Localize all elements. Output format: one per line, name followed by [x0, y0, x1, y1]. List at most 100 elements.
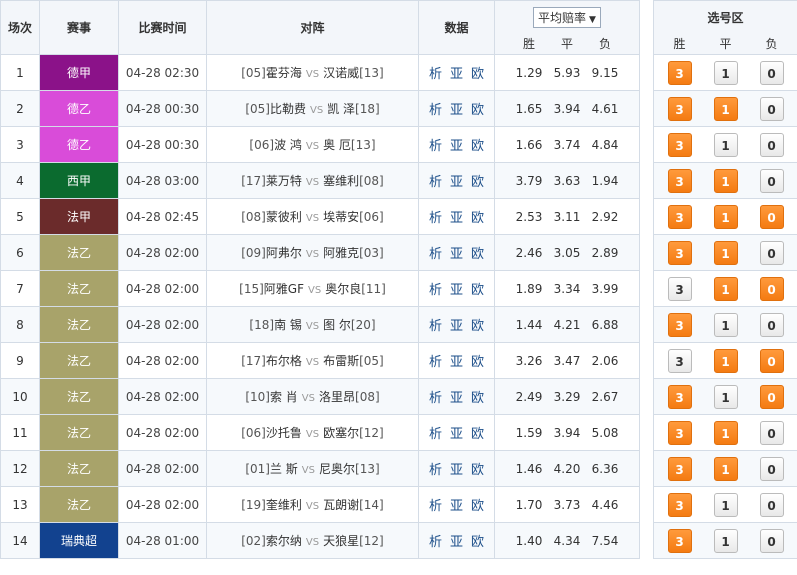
analysis-link[interactable]: 析	[429, 139, 442, 154]
analysis-link[interactable]: 析	[429, 319, 442, 334]
pick-win-button[interactable]: 3	[667, 348, 692, 373]
away-team[interactable]: 天狼星	[323, 534, 359, 548]
pick-win-button[interactable]: 3	[667, 132, 692, 157]
away-team[interactable]: 阿雅克	[323, 246, 359, 260]
pick-win-button[interactable]: 3	[667, 60, 692, 85]
pick-win-button[interactable]: 3	[667, 168, 692, 193]
pick-lose-button[interactable]: 0	[759, 312, 784, 337]
euro-odds-link[interactable]: 欧	[471, 247, 484, 262]
asian-odds-link[interactable]: 亚	[450, 355, 463, 370]
euro-odds-link[interactable]: 欧	[471, 355, 484, 370]
euro-odds-link[interactable]: 欧	[471, 535, 484, 550]
asian-odds-link[interactable]: 亚	[450, 175, 463, 190]
away-team[interactable]: 汉诺威	[323, 66, 359, 80]
league-badge[interactable]: 瑞典超	[39, 522, 119, 559]
pick-win-button[interactable]: 3	[667, 384, 692, 409]
home-team[interactable]: 南 锡	[274, 318, 302, 332]
home-team[interactable]: 索 肖	[270, 390, 298, 404]
league-badge[interactable]: 德乙	[39, 90, 119, 127]
pick-lose-button[interactable]: 0	[759, 276, 784, 301]
league-badge[interactable]: 法乙	[39, 486, 119, 523]
away-team[interactable]: 尼奥尔	[319, 462, 355, 476]
away-team[interactable]: 欧塞尔	[323, 426, 359, 440]
pick-lose-button[interactable]: 0	[759, 132, 784, 157]
analysis-link[interactable]: 析	[429, 283, 442, 298]
euro-odds-link[interactable]: 欧	[471, 463, 484, 478]
pick-draw-button[interactable]: 1	[713, 276, 738, 301]
pick-lose-button[interactable]: 0	[759, 420, 784, 445]
euro-odds-link[interactable]: 欧	[471, 175, 484, 190]
pick-lose-button[interactable]: 0	[759, 60, 784, 85]
pick-lose-button[interactable]: 0	[759, 492, 784, 517]
pick-draw-button[interactable]: 1	[713, 204, 738, 229]
home-team[interactable]: 沙托鲁	[266, 426, 302, 440]
league-badge[interactable]: 德甲	[39, 54, 119, 91]
asian-odds-link[interactable]: 亚	[450, 211, 463, 226]
asian-odds-link[interactable]: 亚	[450, 427, 463, 442]
analysis-link[interactable]: 析	[429, 247, 442, 262]
league-badge[interactable]: 法乙	[39, 378, 119, 415]
league-badge[interactable]: 法乙	[39, 234, 119, 271]
pick-lose-button[interactable]: 0	[759, 240, 784, 265]
pick-draw-button[interactable]: 1	[713, 312, 738, 337]
euro-odds-link[interactable]: 欧	[471, 319, 484, 334]
home-team[interactable]: 比勒费	[270, 102, 306, 116]
league-badge[interactable]: 法乙	[39, 270, 119, 307]
home-team[interactable]: 索尔纳	[266, 534, 302, 548]
league-badge[interactable]: 法乙	[39, 342, 119, 379]
pick-lose-button[interactable]: 0	[759, 384, 784, 409]
home-team[interactable]: 莱万特	[266, 174, 302, 188]
pick-draw-button[interactable]: 1	[713, 132, 738, 157]
pick-win-button[interactable]: 3	[667, 528, 692, 553]
league-badge[interactable]: 法乙	[39, 450, 119, 487]
euro-odds-link[interactable]: 欧	[471, 211, 484, 226]
home-team[interactable]: 阿雅GF	[264, 282, 304, 296]
asian-odds-link[interactable]: 亚	[450, 319, 463, 334]
pick-lose-button[interactable]: 0	[759, 168, 784, 193]
pick-win-button[interactable]: 3	[667, 204, 692, 229]
pick-draw-button[interactable]: 1	[713, 96, 738, 121]
analysis-link[interactable]: 析	[429, 463, 442, 478]
away-team[interactable]: 图 尔	[323, 318, 351, 332]
pick-win-button[interactable]: 3	[667, 240, 692, 265]
league-badge[interactable]: 法甲	[39, 198, 119, 235]
euro-odds-link[interactable]: 欧	[471, 67, 484, 82]
away-team[interactable]: 塞维利	[323, 174, 359, 188]
away-team[interactable]: 埃蒂安	[323, 210, 359, 224]
league-badge[interactable]: 西甲	[39, 162, 119, 199]
euro-odds-link[interactable]: 欧	[471, 103, 484, 118]
analysis-link[interactable]: 析	[429, 535, 442, 550]
asian-odds-link[interactable]: 亚	[450, 103, 463, 118]
pick-draw-button[interactable]: 1	[713, 528, 738, 553]
league-badge[interactable]: 法乙	[39, 306, 119, 343]
analysis-link[interactable]: 析	[429, 391, 442, 406]
pick-draw-button[interactable]: 1	[713, 492, 738, 517]
asian-odds-link[interactable]: 亚	[450, 391, 463, 406]
home-team[interactable]: 霍芬海	[266, 66, 302, 80]
euro-odds-link[interactable]: 欧	[471, 499, 484, 514]
away-team[interactable]: 瓦朗谢	[323, 498, 359, 512]
away-team[interactable]: 布雷斯	[323, 354, 359, 368]
asian-odds-link[interactable]: 亚	[450, 139, 463, 154]
analysis-link[interactable]: 析	[429, 355, 442, 370]
away-team[interactable]: 奥 厄	[323, 138, 351, 152]
pick-draw-button[interactable]: 1	[713, 348, 738, 373]
pick-win-button[interactable]: 3	[667, 492, 692, 517]
euro-odds-link[interactable]: 欧	[471, 139, 484, 154]
pick-draw-button[interactable]: 1	[713, 240, 738, 265]
pick-lose-button[interactable]: 0	[759, 348, 784, 373]
league-badge[interactable]: 法乙	[39, 414, 119, 451]
euro-odds-link[interactable]: 欧	[471, 391, 484, 406]
euro-odds-link[interactable]: 欧	[471, 283, 484, 298]
analysis-link[interactable]: 析	[429, 175, 442, 190]
analysis-link[interactable]: 析	[429, 427, 442, 442]
pick-lose-button[interactable]: 0	[759, 96, 784, 121]
pick-draw-button[interactable]: 1	[713, 384, 738, 409]
home-team[interactable]: 波 鸿	[274, 138, 302, 152]
away-team[interactable]: 凯 泽	[327, 102, 355, 116]
home-team[interactable]: 蒙彼利	[266, 210, 302, 224]
home-team[interactable]: 阿弗尔	[266, 246, 302, 260]
home-team[interactable]: 奎维利	[266, 498, 302, 512]
league-badge[interactable]: 德乙	[39, 126, 119, 163]
euro-odds-link[interactable]: 欧	[471, 427, 484, 442]
